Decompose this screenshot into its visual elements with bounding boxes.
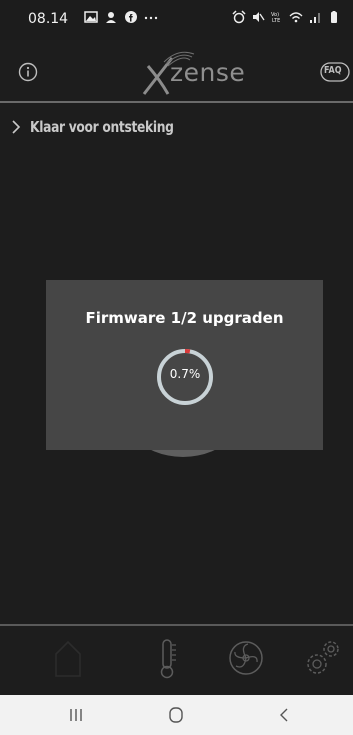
battery-icon bbox=[331, 11, 337, 23]
thermometer-icon[interactable] bbox=[148, 636, 188, 680]
status-right-icons: Vo) LTE bbox=[232, 10, 341, 24]
app-header: zense FAQ bbox=[0, 40, 353, 101]
faq-button[interactable]: FAQ bbox=[320, 62, 350, 82]
brand-name: zense bbox=[170, 58, 246, 87]
firmware-dialog: Firmware 1/2 upgraden 0.7% bbox=[46, 280, 323, 450]
signal-icon bbox=[310, 13, 320, 23]
notification-icon bbox=[106, 12, 116, 23]
back-icon[interactable] bbox=[269, 705, 299, 725]
status-bar: 08.14 Vo) LTE bbox=[0, 0, 353, 40]
ignition-status[interactable]: Klaar voor ontsteking bbox=[10, 118, 205, 136]
status-left-icons bbox=[84, 10, 158, 24]
chevron-right-icon bbox=[12, 120, 21, 134]
status-text: Klaar voor ontsteking bbox=[30, 118, 174, 136]
recent-apps-icon[interactable] bbox=[61, 705, 91, 725]
home-circle-icon[interactable] bbox=[161, 705, 191, 725]
xzense-logo: zense bbox=[134, 46, 246, 98]
info-icon[interactable] bbox=[18, 62, 38, 82]
dialog-title: Firmware 1/2 upgraden bbox=[85, 309, 284, 327]
navigation-bar bbox=[0, 695, 353, 735]
faq-label: FAQ bbox=[324, 65, 342, 76]
facebook-icon bbox=[125, 11, 137, 23]
progress-percent: 0.7% bbox=[169, 367, 201, 381]
tab-bar bbox=[0, 626, 353, 695]
wifi-icon bbox=[289, 12, 303, 23]
status-time: 08.14 bbox=[28, 11, 69, 27]
header-divider bbox=[0, 101, 353, 103]
home-icon[interactable] bbox=[48, 636, 88, 680]
alarm-icon bbox=[232, 10, 246, 24]
more-dots-icon bbox=[144, 16, 158, 20]
gears-icon[interactable] bbox=[303, 636, 343, 680]
progress-ring: 0.7% bbox=[155, 347, 215, 407]
fan-icon[interactable] bbox=[226, 636, 266, 680]
svg-text:LTE: LTE bbox=[272, 18, 280, 24]
mute-icon bbox=[253, 12, 265, 22]
volte-icon: Vo)LTE bbox=[271, 12, 280, 24]
gallery-icon bbox=[84, 11, 98, 23]
app-screen: zense FAQ Klaar voor ontsteking Firmware… bbox=[0, 40, 353, 695]
